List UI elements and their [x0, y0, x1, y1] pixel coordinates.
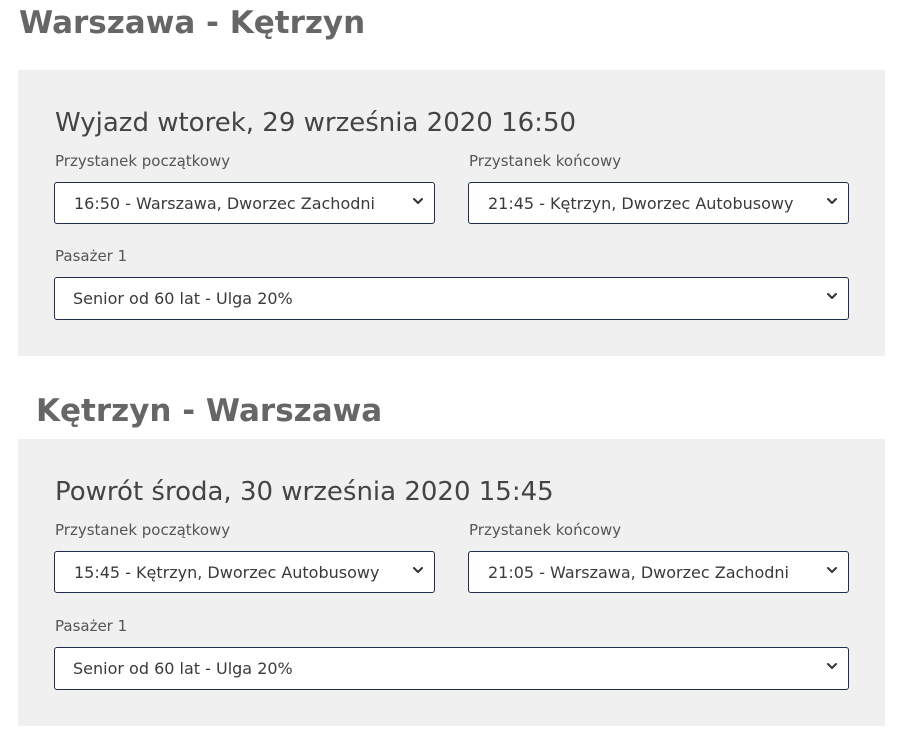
- return-passenger-label: Pasażer 1: [55, 617, 128, 635]
- return-end-stop-label: Przystanek końcowy: [469, 521, 622, 539]
- chevron-down-icon: [827, 293, 837, 299]
- return-passenger-value: Senior od 60 lat - Ulga 20%: [73, 659, 293, 678]
- return-start-stop-value: 15:45 - Kętrzyn, Dworzec Autobusowy: [74, 562, 380, 582]
- outbound-start-stop-label: Przystanek początkowy: [55, 152, 231, 170]
- return-trip-panel: Powrót środa, 30 września 2020 15:45 Prz…: [18, 439, 885, 726]
- chevron-down-icon: [827, 663, 837, 669]
- outbound-route-title: Warszawa - Kętrzyn: [19, 5, 366, 41]
- return-passenger-select[interactable]: Senior od 60 lat - Ulga 20%: [54, 647, 849, 690]
- outbound-passenger-label: Pasażer 1: [55, 247, 128, 265]
- chevron-down-icon: [413, 198, 423, 204]
- outbound-end-stop-select[interactable]: 21:45 - Kętrzyn, Dworzec Autobusowy: [468, 182, 849, 224]
- page: Warszawa - Kętrzyn Wyjazd wtorek, 29 wrz…: [0, 0, 898, 737]
- return-end-stop-select[interactable]: 21:05 - Warszawa, Dworzec Zachodni: [468, 551, 849, 593]
- chevron-down-icon: [827, 198, 837, 204]
- return-start-stop-label: Przystanek początkowy: [55, 521, 231, 539]
- outbound-trip-heading: Wyjazd wtorek, 29 września 2020 16:50: [55, 108, 577, 138]
- return-start-stop-select[interactable]: 15:45 - Kętrzyn, Dworzec Autobusowy: [54, 551, 435, 593]
- chevron-down-icon: [827, 567, 837, 573]
- outbound-end-stop-label: Przystanek końcowy: [469, 152, 622, 170]
- return-end-stop-value: 21:05 - Warszawa, Dworzec Zachodni: [488, 562, 789, 582]
- outbound-end-stop-value: 21:45 - Kętrzyn, Dworzec Autobusowy: [488, 193, 794, 213]
- return-trip-heading: Powrót środa, 30 września 2020 15:45: [55, 477, 554, 507]
- chevron-down-icon: [413, 567, 423, 573]
- outbound-passenger-value: Senior od 60 lat - Ulga 20%: [73, 289, 293, 308]
- return-route-title: Kętrzyn - Warszawa: [36, 393, 383, 429]
- outbound-passenger-select[interactable]: Senior od 60 lat - Ulga 20%: [54, 277, 849, 320]
- outbound-start-stop-value: 16:50 - Warszawa, Dworzec Zachodni: [74, 193, 375, 213]
- outbound-start-stop-select[interactable]: 16:50 - Warszawa, Dworzec Zachodni: [54, 182, 435, 224]
- outbound-trip-panel: Wyjazd wtorek, 29 września 2020 16:50 Pr…: [18, 70, 885, 356]
